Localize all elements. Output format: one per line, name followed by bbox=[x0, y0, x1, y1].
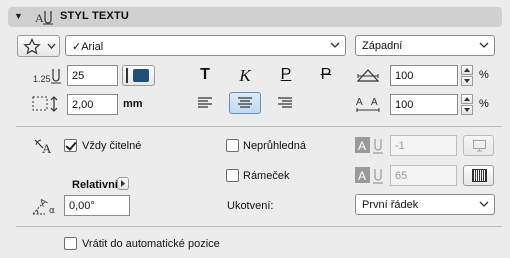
text-style-icon: A bbox=[34, 8, 54, 26]
text-size-icon: 1.25 bbox=[33, 65, 65, 85]
always-readable-label: Vždy čitelné bbox=[82, 140, 142, 152]
strikethrough-button[interactable]: P bbox=[316, 66, 336, 84]
text-size-input[interactable]: 25 bbox=[67, 65, 118, 86]
frame-pattern-button[interactable] bbox=[463, 165, 494, 186]
width-factor-stepper[interactable] bbox=[461, 65, 473, 86]
reset-position-label: Vrátit do automatické pozice bbox=[82, 238, 220, 250]
underline-button[interactable]: P bbox=[276, 66, 296, 84]
spacing-unit: mm bbox=[123, 98, 143, 110]
anchor-label: Ukotvení: bbox=[227, 200, 274, 212]
favorites-button[interactable] bbox=[17, 35, 60, 57]
char-spacing-value: 100 bbox=[395, 99, 414, 111]
char-spacing-stepper[interactable] bbox=[461, 94, 473, 115]
svg-text:A: A bbox=[356, 97, 363, 108]
relative-menu-button[interactable] bbox=[117, 177, 129, 190]
width-factor-value: 100 bbox=[395, 70, 414, 82]
star-icon bbox=[23, 38, 41, 55]
align-center-button[interactable] bbox=[229, 92, 261, 114]
script-value: Západní bbox=[362, 40, 403, 52]
italic-button[interactable]: K bbox=[235, 66, 255, 86]
svg-text:A: A bbox=[42, 141, 52, 156]
chevron-down-icon bbox=[479, 40, 489, 50]
monitor-icon bbox=[473, 140, 486, 152]
rotation-angle-icon: Aα bbox=[30, 194, 62, 218]
color-swatch bbox=[133, 69, 149, 82]
char-spacing-input[interactable]: 100 bbox=[390, 94, 458, 115]
opaque-label: Neprůhledná bbox=[243, 140, 306, 152]
spacing-value: 2,00 bbox=[72, 99, 94, 111]
frame-label: Rámeček bbox=[243, 170, 290, 182]
always-readable-checkbox[interactable] bbox=[64, 139, 77, 152]
anchor-value: První řádek bbox=[362, 199, 419, 211]
chevron-down-icon bbox=[330, 40, 340, 50]
frame-pen-value: 65 bbox=[395, 170, 408, 182]
svg-text:A: A bbox=[358, 139, 366, 153]
svg-text:A: A bbox=[371, 97, 378, 108]
collapse-triangle-icon[interactable]: ▼ bbox=[14, 11, 23, 21]
background-pen-input[interactable]: -1 bbox=[390, 135, 457, 156]
readable-text-icon: A bbox=[33, 137, 59, 157]
opaque-checkbox[interactable] bbox=[226, 139, 239, 152]
panel-header[interactable]: ▼ A STYL TEXTU bbox=[8, 7, 502, 27]
divider bbox=[16, 126, 502, 127]
relative-label: Relativní bbox=[72, 179, 118, 191]
width-factor-icon bbox=[356, 67, 380, 85]
angle-input[interactable]: 0,00° bbox=[64, 195, 130, 216]
angle-value: 0,00° bbox=[69, 200, 95, 212]
pattern-swatch bbox=[472, 169, 487, 182]
bold-button[interactable]: T bbox=[195, 66, 215, 84]
width-factor-unit: % bbox=[479, 69, 489, 81]
char-spacing-icon: AA bbox=[355, 94, 381, 114]
pen-icon: A bbox=[355, 136, 387, 156]
chevron-down-icon bbox=[479, 199, 489, 209]
font-check-mark: ✓ bbox=[72, 41, 82, 53]
font-name: Arial bbox=[81, 41, 104, 53]
swatch-divider bbox=[126, 68, 128, 83]
frame-checkbox[interactable] bbox=[226, 169, 239, 182]
background-pen-value: -1 bbox=[395, 140, 405, 152]
align-left-button[interactable] bbox=[189, 92, 221, 114]
char-spacing-unit: % bbox=[479, 98, 489, 110]
panel-title: STYL TEXTU bbox=[60, 10, 130, 22]
pen-color-button[interactable] bbox=[122, 65, 155, 86]
align-right-button[interactable] bbox=[269, 92, 301, 114]
spacing-input[interactable]: 2,00 bbox=[67, 94, 118, 115]
text-size-value: 25 bbox=[72, 70, 85, 82]
chevron-down-icon bbox=[47, 43, 56, 50]
width-factor-input[interactable]: 100 bbox=[390, 65, 458, 86]
line-spacing-icon bbox=[32, 94, 64, 114]
reset-position-checkbox[interactable] bbox=[64, 237, 77, 250]
divider bbox=[16, 226, 502, 227]
svg-text:α: α bbox=[49, 206, 55, 216]
font-select[interactable]: ✓Arial bbox=[65, 35, 346, 56]
background-pen-button[interactable] bbox=[463, 135, 494, 156]
svg-text:A: A bbox=[35, 11, 44, 25]
frame-pen-input[interactable]: 65 bbox=[390, 165, 457, 186]
anchor-select[interactable]: První řádek bbox=[355, 194, 495, 215]
svg-text:1.25: 1.25 bbox=[33, 74, 51, 84]
frame-pen-icon: A bbox=[355, 166, 387, 186]
script-select[interactable]: Západní bbox=[355, 35, 495, 56]
svg-text:A: A bbox=[358, 169, 366, 183]
